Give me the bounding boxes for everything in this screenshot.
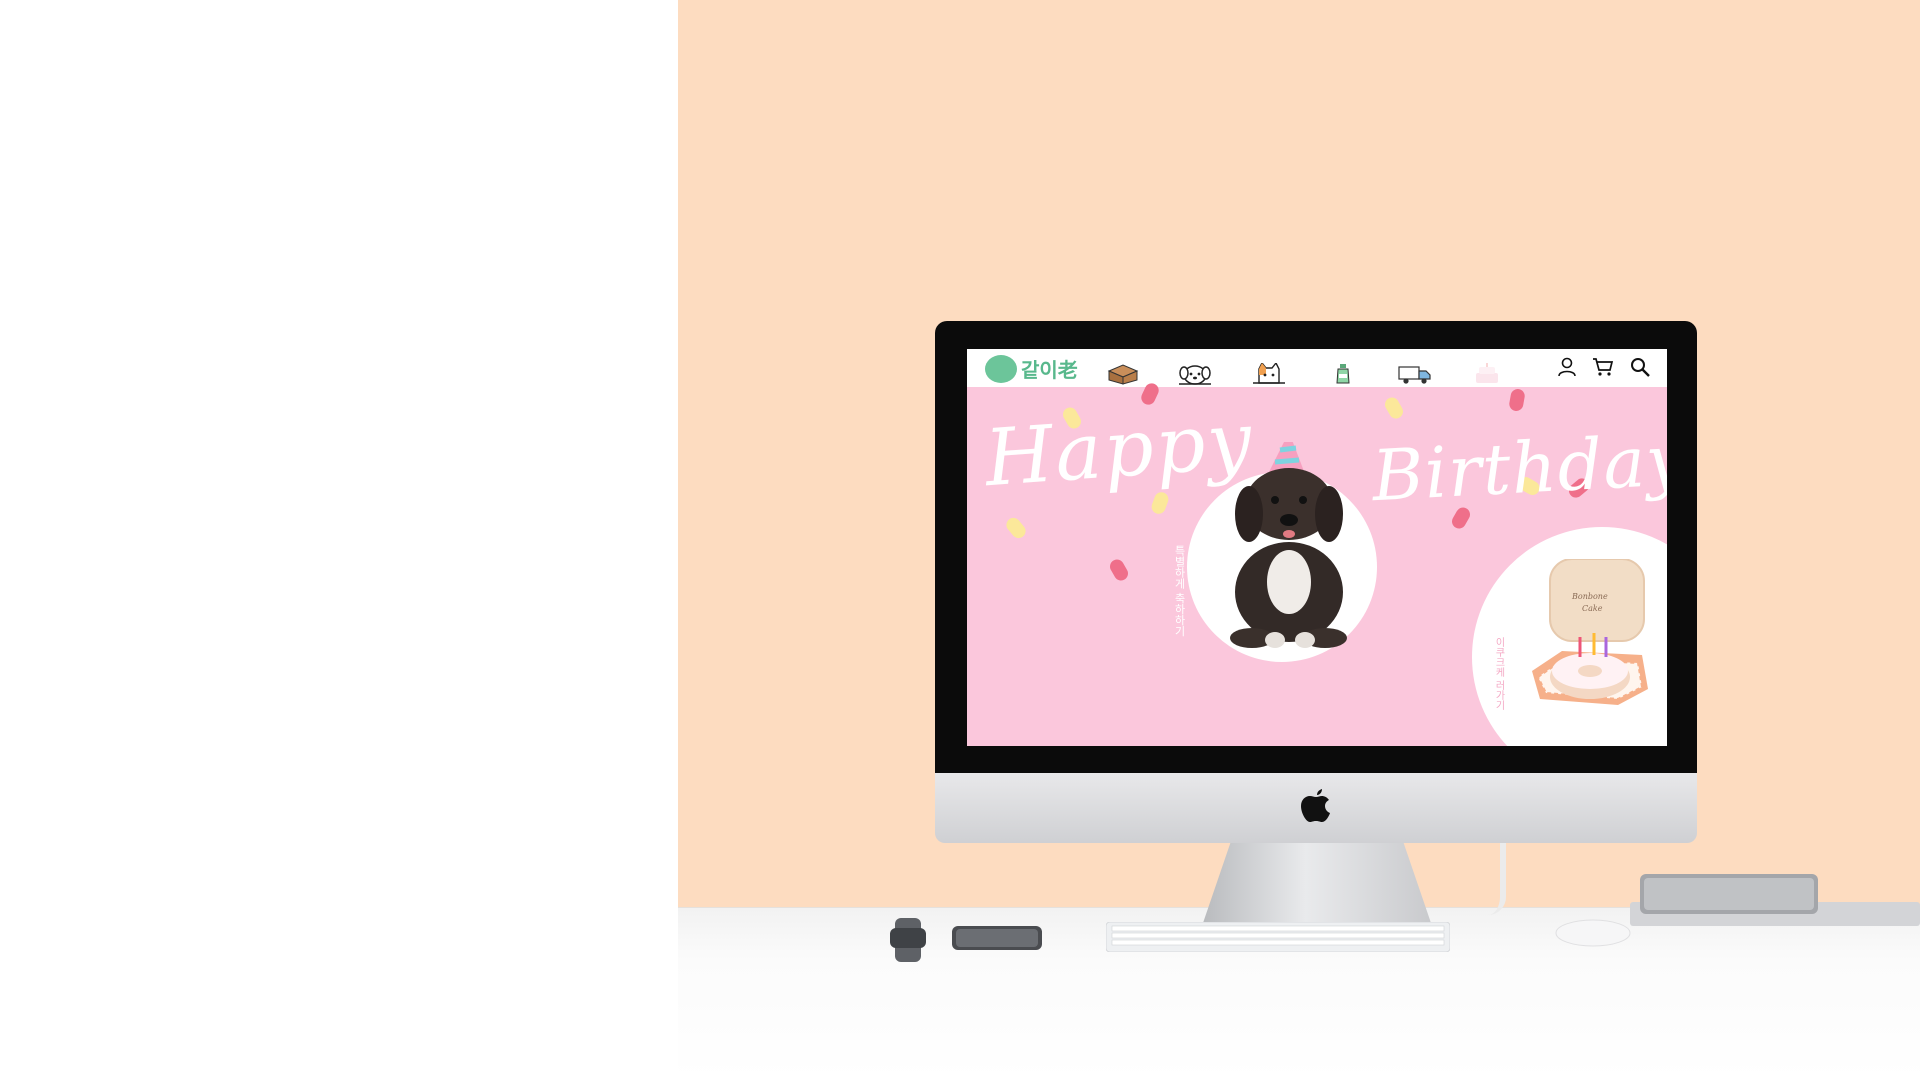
- confetti: [1003, 515, 1029, 541]
- birthday-heading: Birthday: [1370, 418, 1667, 518]
- birthday-hero-banner[interactable]: Happy Birthday 특별하게 축하하기 Bonbone Cake 이쿠…: [967, 381, 1667, 746]
- cat-icon[interactable]: [1251, 363, 1287, 385]
- truck-icon[interactable]: [1397, 363, 1433, 385]
- puppy-with-party-hat-image: [1230, 442, 1347, 648]
- search-icon[interactable]: [1629, 356, 1651, 378]
- confetti: [1107, 556, 1131, 584]
- svg-text:Cake: Cake: [1582, 604, 1603, 613]
- website-screen: 같이老 Happy Birthday 특별하게 축하하기 Bonbone Cak…: [967, 349, 1667, 746]
- dog-icon[interactable]: [1177, 363, 1213, 385]
- confetti: [1382, 394, 1406, 422]
- confetti: [1149, 490, 1171, 516]
- bottle-icon[interactable]: [1325, 363, 1361, 385]
- site-logo[interactable]: 같이老: [985, 354, 1078, 383]
- apple-logo-icon: [1301, 789, 1330, 822]
- smartwatch-image: [890, 918, 926, 962]
- cake-icon[interactable]: [1469, 363, 1505, 385]
- box-icon[interactable]: [1105, 363, 1141, 385]
- mouse-image: [1555, 919, 1631, 947]
- brand-name: 같이老: [1021, 358, 1078, 382]
- smartphone-image: [952, 926, 1042, 950]
- logo-badge-icon: [985, 354, 1017, 383]
- vertical-tagline-left: 특별하게 축하하기: [1173, 545, 1186, 637]
- desk-scene: 같이老 Happy Birthday 특별하게 축하하기 Bonbone Cak…: [0, 0, 1920, 1080]
- cart-icon[interactable]: [1592, 356, 1614, 378]
- imac-cable: [1476, 843, 1506, 915]
- vertical-tagline-right: 이쿠크케 러가기: [1493, 637, 1504, 711]
- keyboard-image: [1106, 922, 1450, 952]
- user-icon[interactable]: [1556, 356, 1578, 378]
- laptop-and-tablet-image: [1630, 874, 1920, 926]
- confetti: [1508, 387, 1526, 413]
- imac-stand: [1203, 843, 1431, 923]
- donut-cake-box-image: Bonbone Cake: [1532, 559, 1648, 705]
- site-navbar: 같이老: [967, 349, 1667, 387]
- svg-text:Bonbone: Bonbone: [1571, 592, 1608, 601]
